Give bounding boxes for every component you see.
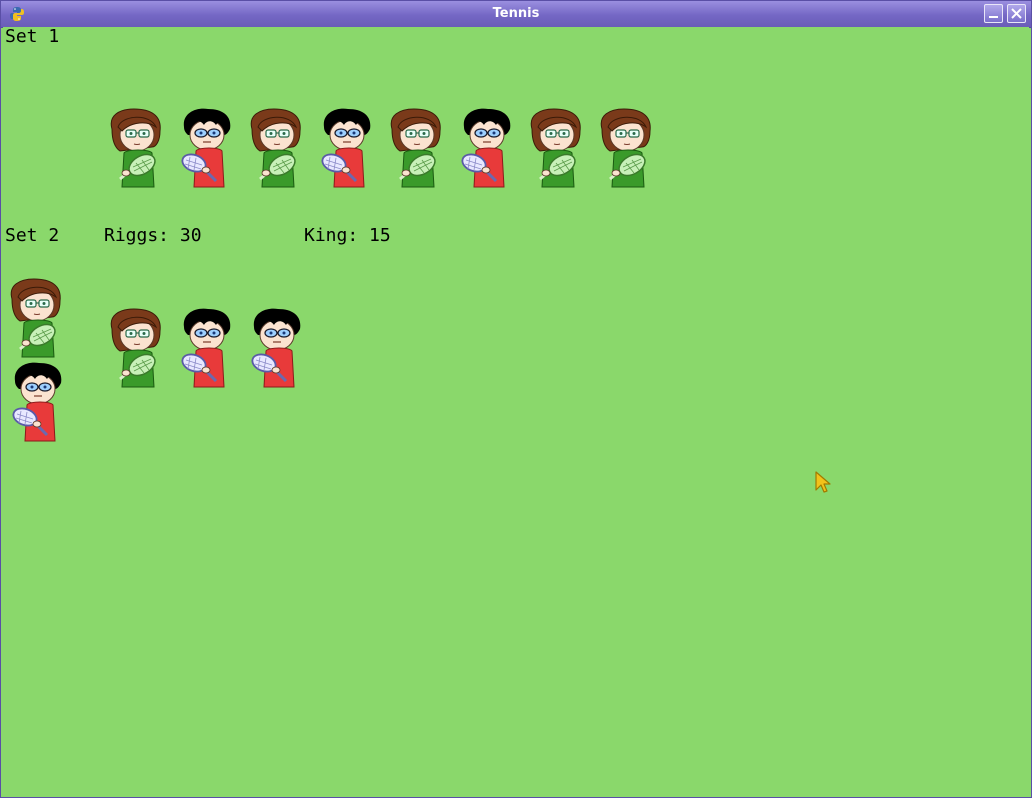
set1-label: Set 1 bbox=[5, 26, 60, 47]
window-title: Tennis bbox=[492, 6, 540, 21]
set2-label: Set 2 bbox=[5, 225, 60, 246]
game-window: Tennis Set 1 Set 2 Riggs: 30 King: 15 bbox=[0, 0, 1032, 798]
game-canvas[interactable]: Set 1 Set 2 Riggs: 30 King: 15 bbox=[3, 27, 1029, 795]
close-button[interactable] bbox=[1007, 4, 1026, 23]
set2-stack-riggs-sprite bbox=[7, 361, 67, 443]
title-bar[interactable]: Tennis bbox=[1, 1, 1031, 28]
set2-point-3-riggs-sprite bbox=[246, 307, 306, 389]
set1-point-3-king-sprite bbox=[246, 107, 306, 189]
set2-point-1-king-sprite bbox=[106, 307, 166, 389]
set1-point-5-king-sprite bbox=[386, 107, 446, 189]
set1-point-4-riggs-sprite bbox=[316, 107, 376, 189]
pointer-arrow-icon bbox=[815, 471, 831, 493]
king-score: King: 15 bbox=[304, 225, 391, 246]
set1-point-6-riggs-sprite bbox=[456, 107, 516, 189]
set2-point-2-riggs-sprite bbox=[176, 307, 236, 389]
set2-stack-king-sprite bbox=[6, 277, 66, 359]
set1-point-7-king-sprite bbox=[526, 107, 586, 189]
close-icon bbox=[1011, 8, 1022, 19]
minimize-button[interactable] bbox=[984, 4, 1003, 23]
set1-point-8-king-sprite bbox=[596, 107, 656, 189]
set1-point-2-riggs-sprite bbox=[176, 107, 236, 189]
set1-point-1-king-sprite bbox=[106, 107, 166, 189]
riggs-score: Riggs: 30 bbox=[104, 225, 202, 246]
minimize-icon bbox=[989, 16, 998, 18]
